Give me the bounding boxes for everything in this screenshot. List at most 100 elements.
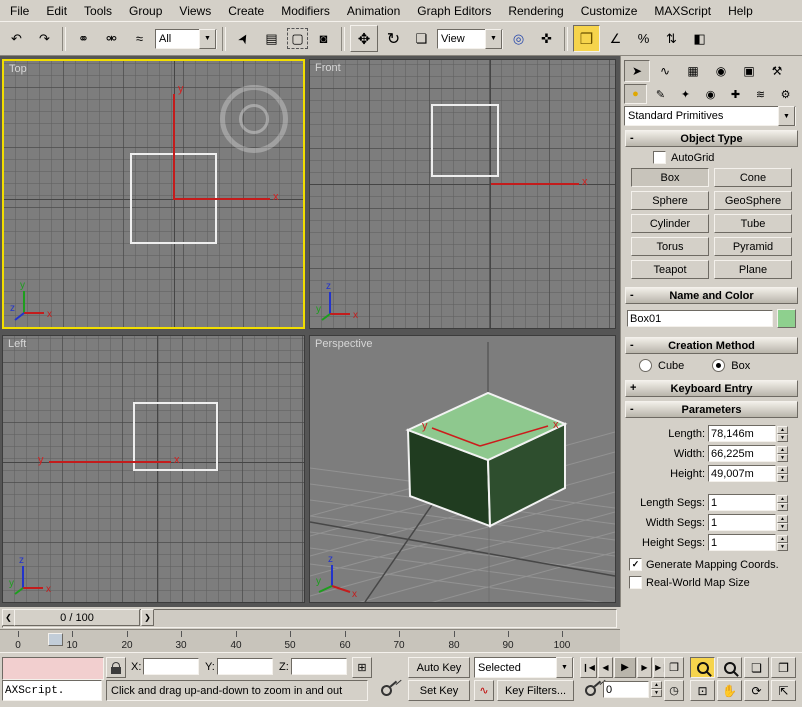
zoom-icon[interactable] bbox=[690, 657, 715, 678]
selection-set-dropdown[interactable]: Selected ▼ bbox=[474, 657, 574, 678]
menu-tools[interactable]: Tools bbox=[84, 4, 112, 18]
length-spinner[interactable]: ▲▼ bbox=[777, 426, 788, 442]
redo-icon[interactable]: ↷ bbox=[32, 26, 57, 51]
mini-curve-editor-icon[interactable]: ∿ bbox=[474, 680, 494, 701]
maxscript-mini-listener-pink[interactable] bbox=[2, 657, 104, 680]
dropdown-arrow-icon[interactable]: ▼ bbox=[778, 106, 795, 126]
rectangular-selection-region-icon[interactable]: ▢ bbox=[287, 28, 308, 49]
menu-group[interactable]: Group bbox=[129, 4, 162, 18]
menu-graph-editors[interactable]: Graph Editors bbox=[417, 4, 491, 18]
menu-rendering[interactable]: Rendering bbox=[508, 4, 563, 18]
teapot-button[interactable]: Teapot bbox=[631, 260, 709, 279]
sphere-button[interactable]: Sphere bbox=[631, 191, 709, 210]
key-icon[interactable] bbox=[374, 680, 398, 701]
tab-create-icon[interactable]: ➤ bbox=[624, 60, 650, 82]
selection-lock-icon[interactable] bbox=[106, 657, 126, 678]
torus-button[interactable]: Torus bbox=[631, 237, 709, 256]
select-and-move-icon[interactable]: ✥ bbox=[350, 25, 378, 52]
time-configuration-icon[interactable]: ◷ bbox=[664, 680, 684, 701]
rollout-toggle[interactable]: - bbox=[630, 403, 634, 415]
rollout-toggle[interactable]: - bbox=[630, 132, 634, 144]
menu-help[interactable]: Help bbox=[728, 4, 753, 18]
tab-utilities-icon[interactable]: ⚒ bbox=[764, 60, 790, 82]
auto-key-button[interactable]: Auto Key bbox=[408, 657, 470, 678]
object-name-input[interactable] bbox=[627, 310, 773, 327]
x-coord-field[interactable] bbox=[143, 658, 199, 675]
bind-to-spacewarp-icon[interactable]: ≈ bbox=[127, 26, 152, 51]
use-pivot-center-icon[interactable]: ◎ bbox=[506, 26, 531, 51]
height-segs-spinner[interactable]: ▲▼ bbox=[777, 535, 788, 551]
track-bar[interactable]: 0 10 20 30 40 50 60 70 80 90 100 bbox=[0, 629, 620, 652]
region-zoom-icon[interactable]: ⊡ bbox=[690, 680, 715, 701]
menu-customize[interactable]: Customize bbox=[581, 4, 638, 18]
menu-modifiers[interactable]: Modifiers bbox=[281, 4, 330, 18]
angle-snap-icon[interactable]: ∠ bbox=[603, 26, 628, 51]
category-geometry-icon[interactable]: ● bbox=[624, 84, 647, 104]
select-by-name-icon[interactable]: ▤ bbox=[259, 26, 284, 51]
arc-rotate-icon[interactable]: ⟳ bbox=[744, 680, 769, 701]
length-segs-field[interactable]: 1 bbox=[708, 494, 776, 511]
tab-display-icon[interactable]: ▣ bbox=[736, 60, 762, 82]
viewport-top[interactable]: Top y x y x z bbox=[2, 59, 305, 329]
viewport-left[interactable]: Left y x z x y bbox=[2, 335, 305, 603]
window-crossing-icon[interactable]: ◙ bbox=[311, 26, 336, 51]
goto-start-icon[interactable]: ❙◀ bbox=[580, 657, 597, 678]
rollout-object-type-header[interactable]: - Object Type bbox=[625, 130, 798, 147]
width-spinner[interactable]: ▲▼ bbox=[777, 446, 788, 462]
length-segs-spinner[interactable]: ▲▼ bbox=[777, 495, 788, 511]
width-segs-field[interactable]: 1 bbox=[708, 514, 776, 531]
select-and-scale-icon[interactable]: ❏ bbox=[409, 26, 434, 51]
category-spacewarps-icon[interactable]: ≋ bbox=[749, 84, 772, 104]
frame-spinner[interactable]: ▲▼ bbox=[651, 681, 662, 697]
cone-button[interactable]: Cone bbox=[714, 168, 792, 187]
width-field[interactable]: 66,225m bbox=[708, 445, 776, 462]
min-max-toggle-icon[interactable]: ⇱ bbox=[771, 680, 796, 701]
maxscript-mini-listener[interactable]: AXScript. bbox=[2, 680, 102, 701]
height-spinner[interactable]: ▲▼ bbox=[777, 466, 788, 482]
rollout-toggle[interactable]: - bbox=[630, 289, 634, 301]
rollout-keyboard-entry-header[interactable]: + Keyboard Entry bbox=[625, 380, 798, 397]
set-key-mode-icon[interactable] bbox=[580, 680, 600, 701]
select-object-icon[interactable]: ➤ bbox=[226, 21, 260, 55]
rollout-name-and-color-header[interactable]: - Name and Color bbox=[625, 287, 798, 304]
reference-coordinate-system-dropdown[interactable]: View ▼ bbox=[437, 29, 503, 49]
menu-file[interactable]: File bbox=[10, 4, 29, 18]
y-coord-field[interactable] bbox=[217, 658, 273, 675]
set-key-button[interactable]: Set Key bbox=[408, 680, 470, 701]
tab-hierarchy-icon[interactable]: ▦ bbox=[680, 60, 706, 82]
time-slider-thumb[interactable]: 0 / 100 bbox=[14, 609, 140, 626]
category-shapes-icon[interactable]: ✎ bbox=[649, 84, 672, 104]
pan-icon[interactable]: ✋ bbox=[717, 680, 742, 701]
zoom-all-icon[interactable] bbox=[717, 657, 742, 678]
cube-radio[interactable] bbox=[639, 359, 652, 372]
generate-mapping-coords-checkbox[interactable]: ✓ bbox=[629, 558, 642, 571]
select-and-rotate-icon[interactable]: ↻ bbox=[381, 26, 406, 51]
unlink-selection-icon[interactable]: ⚮ bbox=[99, 26, 124, 51]
category-cameras-icon[interactable]: ◉ bbox=[699, 84, 722, 104]
rollout-toggle[interactable]: - bbox=[630, 339, 634, 351]
undo-icon[interactable]: ↶ bbox=[4, 26, 29, 51]
geosphere-button[interactable]: GeoSphere bbox=[714, 191, 792, 210]
menu-maxscript[interactable]: MAXScript bbox=[654, 4, 711, 18]
primitives-category-dropdown[interactable]: Standard Primitives ▼ bbox=[624, 106, 796, 126]
previous-frame-icon[interactable]: ◀ bbox=[598, 657, 613, 678]
viewport-navigation-ring[interactable] bbox=[220, 85, 288, 153]
select-and-link-icon[interactable]: ⚭ bbox=[71, 26, 96, 51]
key-filters-button[interactable]: Key Filters... bbox=[497, 680, 574, 701]
rollout-parameters-header[interactable]: - Parameters bbox=[625, 401, 798, 418]
category-helpers-icon[interactable]: ✚ bbox=[724, 84, 747, 104]
percent-snap-icon[interactable]: % bbox=[631, 26, 656, 51]
cylinder-button[interactable]: Cylinder bbox=[631, 214, 709, 233]
select-and-manipulate-icon[interactable]: ✜ bbox=[534, 26, 559, 51]
zoom-extents-icon[interactable]: ❏ bbox=[744, 657, 769, 678]
time-slider-right-arrow[interactable]: ❯ bbox=[141, 609, 154, 626]
plane-button[interactable]: Plane bbox=[714, 260, 792, 279]
z-coord-field[interactable] bbox=[291, 658, 347, 675]
box-radio[interactable] bbox=[712, 359, 725, 372]
snap-toggle-3d-icon[interactable]: ❒ bbox=[573, 25, 600, 52]
selection-filter-dropdown[interactable]: All ▼ bbox=[155, 29, 217, 49]
box-button[interactable]: Box bbox=[631, 168, 709, 187]
menu-edit[interactable]: Edit bbox=[46, 4, 67, 18]
tab-modify-icon[interactable]: ∿ bbox=[652, 60, 678, 82]
rollout-toggle[interactable]: + bbox=[630, 382, 636, 394]
